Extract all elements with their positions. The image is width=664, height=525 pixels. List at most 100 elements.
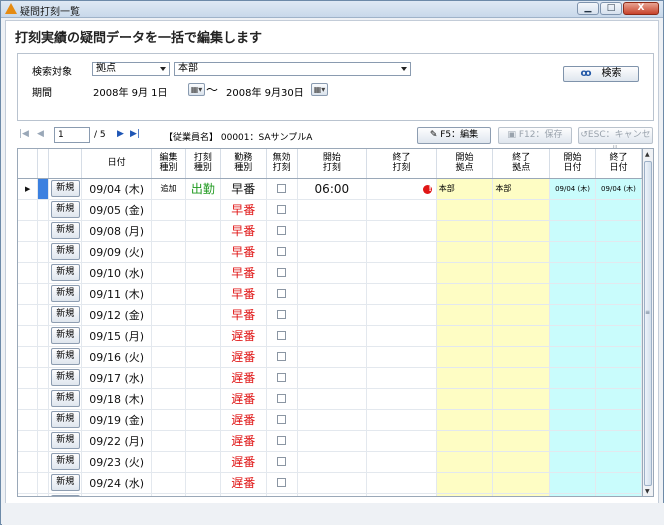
start-location-cell[interactable] [436, 388, 494, 410]
end-punch-cell[interactable] [366, 283, 437, 305]
punch-type-cell[interactable] [185, 346, 221, 368]
row-selector[interactable] [37, 220, 50, 242]
scroll-down-icon[interactable]: ▼ [645, 488, 650, 495]
invalid-checkbox[interactable] [277, 309, 287, 319]
date-to-input[interactable]: 2008年 9月30日 [226, 84, 304, 99]
start-punch-cell[interactable] [297, 199, 368, 221]
end-date-cell[interactable] [595, 493, 642, 496]
new-button[interactable]: 新規 [50, 390, 80, 407]
date-cell[interactable]: 09/24 (水) [81, 472, 153, 494]
table-row[interactable]: ▶ 新規 09/04 (木) 追加 出勤 早番 06:00! 本部 本部 09/04 (木) 09/… [18, 178, 642, 200]
invalid-checkbox[interactable] [277, 288, 287, 298]
end-location-cell[interactable] [492, 283, 551, 305]
row-selector[interactable] [37, 388, 50, 410]
start-location-cell[interactable] [436, 430, 494, 452]
next-page-icon[interactable]: ▶ [117, 129, 124, 139]
date-cell[interactable]: 09/10 (水) [81, 262, 153, 284]
end-location-cell[interactable] [492, 388, 551, 410]
end-date-cell[interactable]: 09/04 (木) [595, 178, 642, 200]
work-type-cell[interactable]: 早番 [220, 283, 267, 305]
end-date-cell[interactable] [595, 199, 642, 221]
table-row[interactable]: 新規 09/12 (金) 早番 [18, 304, 642, 326]
start-punch-cell[interactable] [297, 241, 368, 263]
new-button[interactable]: 新規 [50, 306, 80, 323]
table-row[interactable]: 新規09/25 (木) 遅番 [18, 493, 642, 496]
row-selector[interactable] [37, 346, 50, 368]
end-punch-cell[interactable] [366, 325, 437, 347]
start-location-cell[interactable] [436, 304, 494, 326]
first-page-icon[interactable]: |◀ [19, 129, 29, 139]
end-date-cell[interactable] [595, 325, 642, 347]
date-cell[interactable]: 09/22 (月) [81, 430, 153, 452]
row-selector[interactable] [37, 409, 50, 431]
work-type-cell[interactable]: 遅番 [220, 493, 267, 496]
edit-type-cell[interactable] [151, 325, 186, 347]
new-button[interactable]: 新規 [50, 474, 80, 491]
row-selector[interactable] [37, 493, 50, 496]
row-selector[interactable] [37, 367, 50, 389]
search-button[interactable]: ꝏ 検索 [563, 66, 639, 82]
date-cell[interactable]: 09/15 (月) [81, 325, 153, 347]
date-cell[interactable]: 09/23 (火) [81, 451, 153, 473]
punch-type-cell[interactable] [185, 409, 221, 431]
invalid-checkbox[interactable] [277, 393, 287, 403]
punch-type-cell[interactable]: 出勤 [185, 178, 221, 200]
start-date-cell[interactable] [549, 388, 596, 410]
start-punch-cell[interactable] [297, 346, 368, 368]
start-punch-cell[interactable] [297, 367, 368, 389]
start-punch-cell[interactable] [297, 283, 368, 305]
start-date-cell[interactable]: 09/04 (木) [549, 178, 596, 200]
end-date-cell[interactable] [595, 430, 642, 452]
new-button[interactable]: 新規 [50, 264, 80, 281]
end-location-cell[interactable] [492, 472, 551, 494]
prev-page-icon[interactable]: ◀ [37, 129, 44, 139]
target-value-select[interactable]: 本部 [174, 62, 411, 76]
start-punch-cell[interactable] [297, 220, 368, 242]
end-punch-cell[interactable] [366, 199, 437, 221]
start-punch-cell[interactable] [297, 451, 368, 473]
start-location-cell[interactable] [436, 451, 494, 473]
row-selector[interactable] [37, 241, 50, 263]
row-selector[interactable] [37, 451, 50, 473]
table-row[interactable]: 新規 09/17 (水) 遅番 [18, 367, 642, 389]
invalid-checkbox[interactable] [277, 225, 287, 235]
save-button[interactable]: ▣ F12：保存 [498, 127, 572, 144]
invalid-checkbox[interactable] [277, 183, 287, 193]
start-date-cell[interactable] [549, 283, 596, 305]
invalid-checkbox[interactable] [277, 414, 287, 424]
calendar-to-button[interactable]: ▦▾ [311, 83, 328, 96]
end-punch-cell[interactable] [366, 367, 437, 389]
end-punch-cell[interactable] [366, 388, 437, 410]
work-type-cell[interactable]: 遅番 [220, 409, 267, 431]
punch-type-cell[interactable] [185, 220, 221, 242]
end-date-cell[interactable] [595, 388, 642, 410]
end-date-cell[interactable] [595, 451, 642, 473]
row-selector[interactable] [37, 262, 50, 284]
work-type-cell[interactable]: 早番 [220, 241, 267, 263]
page-input[interactable]: 1 [54, 127, 90, 143]
end-punch-cell[interactable] [366, 451, 437, 473]
date-cell[interactable]: 09/08 (月) [81, 220, 153, 242]
end-punch-cell[interactable] [366, 409, 437, 431]
row-selector[interactable] [37, 430, 50, 452]
edit-type-cell[interactable] [151, 451, 186, 473]
start-date-cell[interactable] [549, 262, 596, 284]
date-from-input[interactable]: 2008年 9月 1日 [93, 84, 168, 99]
end-location-cell[interactable] [492, 430, 551, 452]
start-location-cell[interactable] [436, 220, 494, 242]
new-button[interactable]: 新規 [50, 243, 80, 260]
row-selector[interactable] [37, 199, 50, 221]
table-row[interactable]: 新規 09/24 (水) 遅番 [18, 472, 642, 494]
table-row[interactable]: 新規 09/10 (水) 早番 [18, 262, 642, 284]
start-location-cell[interactable] [436, 199, 494, 221]
edit-type-cell[interactable] [151, 409, 186, 431]
row-selector[interactable] [37, 178, 50, 200]
date-cell[interactable]: 09/12 (金) [81, 304, 153, 326]
maximize-button[interactable]: □ [600, 2, 622, 15]
work-type-cell[interactable]: 遅番 [220, 451, 267, 473]
scroll-up-icon[interactable]: ▲ [645, 151, 650, 158]
end-date-cell[interactable] [595, 283, 642, 305]
start-punch-cell[interactable]: 06:00 [297, 178, 368, 200]
table-row[interactable]: 新規 09/09 (火) 早番 [18, 241, 642, 263]
punch-type-cell[interactable] [185, 451, 221, 473]
